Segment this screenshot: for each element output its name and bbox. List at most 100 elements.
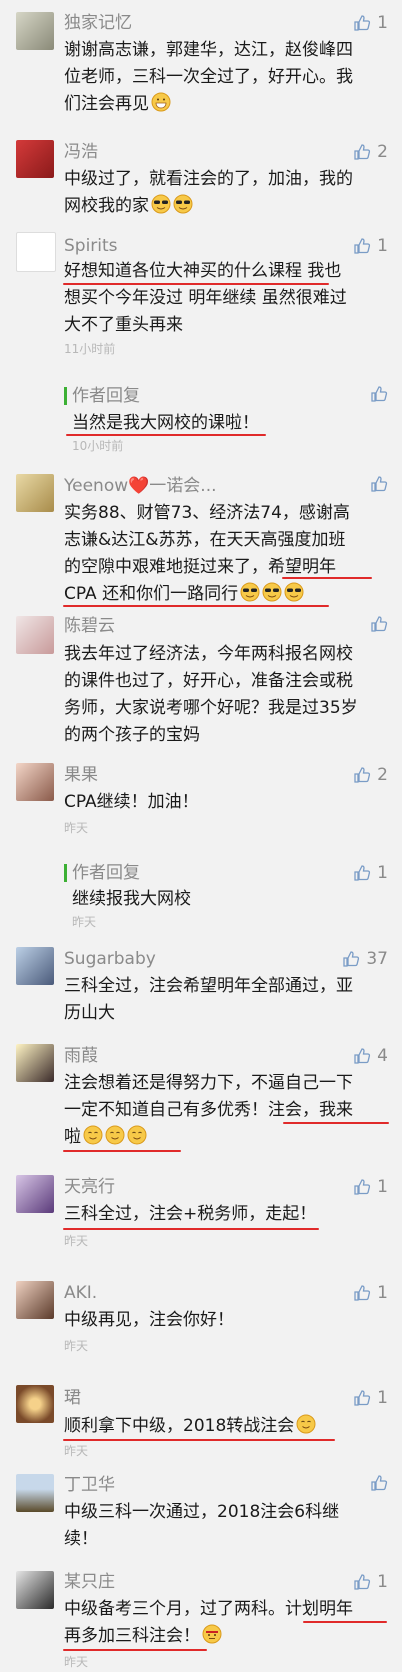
- commenter-name[interactable]: 陈碧云: [64, 615, 115, 637]
- highlight-underline: [63, 1649, 207, 1651]
- highlight-underline: [63, 1228, 319, 1230]
- comment-text: CPA继续！加油！: [64, 792, 199, 812]
- commenter-name[interactable]: AKI.: [64, 1282, 97, 1304]
- like-button[interactable]: 2: [353, 141, 388, 163]
- like-count: 1: [377, 863, 388, 883]
- like-button[interactable]: 1: [353, 12, 388, 34]
- sunglasses-emoji-icon: [151, 194, 171, 214]
- thumbs-up-icon: [371, 386, 388, 402]
- highlight-underline: [282, 577, 372, 579]
- thumbs-up-icon: [354, 1048, 371, 1064]
- avatar[interactable]: [16, 474, 54, 512]
- blush-emoji-icon: [296, 1414, 316, 1434]
- avatar[interactable]: [16, 763, 54, 801]
- commenter-name[interactable]: 果果: [64, 764, 98, 786]
- timestamp: 昨天: [72, 915, 97, 929]
- commenter-name[interactable]: Sugarbaby: [64, 948, 156, 970]
- like-button[interactable]: 1: [353, 1387, 388, 1409]
- comment-text: 注会想着还是得努力下，不逼自己一下 一定不知道自己有多优秀！注会，我来 啦: [64, 1073, 353, 1147]
- thumbs-up-icon: [354, 238, 371, 254]
- like-count: 1: [377, 13, 388, 33]
- avatar[interactable]: [16, 947, 54, 985]
- thumbs-up-icon: [343, 951, 360, 967]
- reply-indicator: [64, 864, 67, 882]
- commenter-name[interactable]: 天亮行: [64, 1176, 115, 1198]
- like-count: 2: [377, 142, 388, 162]
- like-count: 4: [377, 1046, 388, 1066]
- thumbs-up-icon: [354, 1390, 371, 1406]
- avatar[interactable]: [16, 1474, 54, 1512]
- reply-indicator: [64, 387, 67, 405]
- comment-text: 谢谢高志谦，郭建华，达江，赵俊峰四 位老师，三科一次全过了，好开心。我 们注会再…: [64, 40, 353, 114]
- thumbs-up-icon: [354, 865, 371, 881]
- avatar[interactable]: [16, 1175, 54, 1213]
- author-reply-text: 当然是我大网校的课啦！: [72, 413, 259, 433]
- thumbs-up-icon: [371, 616, 388, 632]
- sunglasses-emoji-icon: [262, 582, 282, 602]
- sunglasses-emoji-icon: [173, 194, 193, 214]
- comment-text: 我去年过了经济法，今年两科报名网校 的课件也过了，好开心，准备注会或税 务师，大…: [64, 644, 358, 745]
- thumbs-up-icon: [354, 1574, 371, 1590]
- like-button[interactable]: 4: [353, 1045, 388, 1067]
- avatar[interactable]: [16, 616, 54, 654]
- comment-text: 中级过了，就看注会的了，加油，我的 网校我的家: [64, 169, 353, 216]
- comment-text: 三科全过，注会+税务师，走起！: [64, 1204, 317, 1224]
- grin-emoji-icon: [151, 92, 171, 112]
- like-button[interactable]: 2: [353, 764, 388, 786]
- commenter-name[interactable]: Spirits: [64, 235, 118, 257]
- comment-text: 实务88、财管73、经济法74，感谢高 志谦&达江&苏苏，在天天高强度加班 的空…: [64, 503, 350, 604]
- like-count: 1: [377, 1283, 388, 1303]
- commenter-name[interactable]: 独家记忆: [64, 12, 132, 34]
- like-button[interactable]: 1: [353, 1571, 388, 1593]
- timestamp: 11小时前: [64, 342, 116, 356]
- thumbs-up-icon: [354, 767, 371, 783]
- author-reply-text: 继续报我大网校: [72, 889, 191, 909]
- sunglasses-emoji-icon: [240, 582, 260, 602]
- timestamp: 昨天: [64, 1444, 89, 1458]
- highlight-underline: [283, 1122, 389, 1124]
- like-count: 1: [377, 1388, 388, 1408]
- comment-text: 顺利拿下中级，2018转战注会: [64, 1413, 384, 1440]
- thumbs-up-icon: [371, 476, 388, 492]
- like-button[interactable]: 1: [353, 862, 388, 884]
- commenter-name[interactable]: 丁卫华: [64, 1474, 115, 1496]
- thumbs-up-icon: [354, 1179, 371, 1195]
- commenter-name[interactable]: 冯浩: [64, 141, 98, 163]
- highlight-underline: [63, 1439, 335, 1441]
- like-count: 37: [366, 949, 388, 969]
- highlight-underline: [303, 1621, 387, 1623]
- thumbs-up-icon: [354, 144, 371, 160]
- commenter-name[interactable]: 某只庄: [64, 1571, 115, 1593]
- avatar[interactable]: [16, 1571, 54, 1609]
- avatar[interactable]: [16, 1281, 54, 1319]
- like-button[interactable]: 1: [353, 1282, 388, 1304]
- highlight-underline: [63, 1150, 181, 1152]
- like-button[interactable]: 1: [353, 1176, 388, 1198]
- highlight-underline: [66, 434, 266, 436]
- comment-text: 中级再见，注会你好！: [64, 1310, 234, 1330]
- commenter-name[interactable]: 雨葭: [64, 1045, 98, 1067]
- like-button[interactable]: [370, 615, 388, 633]
- like-button[interactable]: 1: [353, 235, 388, 257]
- commenter-name[interactable]: Yeenow❤️一诺会...: [64, 475, 217, 497]
- avatar[interactable]: [16, 232, 56, 272]
- author-reply-label: 作者回复: [72, 863, 140, 883]
- timestamp: 昨天: [64, 1339, 89, 1353]
- avatar[interactable]: [16, 1385, 54, 1423]
- comment-text: 三科全过，注会希望明年全部通过，亚 历山大: [64, 976, 353, 1023]
- avatar[interactable]: [16, 140, 54, 178]
- like-button[interactable]: [370, 1474, 388, 1492]
- like-count: 1: [377, 236, 388, 256]
- comment-text: 中级三科一次通过，2018注会6科继 续！: [64, 1502, 340, 1549]
- commenter-name[interactable]: 珺: [64, 1387, 81, 1409]
- timestamp: 昨天: [64, 1655, 89, 1669]
- like-button[interactable]: [370, 475, 388, 493]
- like-button[interactable]: [370, 385, 388, 403]
- sunglasses-emoji-icon: [284, 582, 304, 602]
- like-button[interactable]: 37: [342, 948, 388, 970]
- avatar[interactable]: [16, 12, 54, 50]
- blush-emoji-icon: [105, 1125, 125, 1145]
- avatar[interactable]: [16, 1044, 54, 1082]
- timestamp: 昨天: [64, 821, 89, 835]
- blush-emoji-icon: [127, 1125, 147, 1145]
